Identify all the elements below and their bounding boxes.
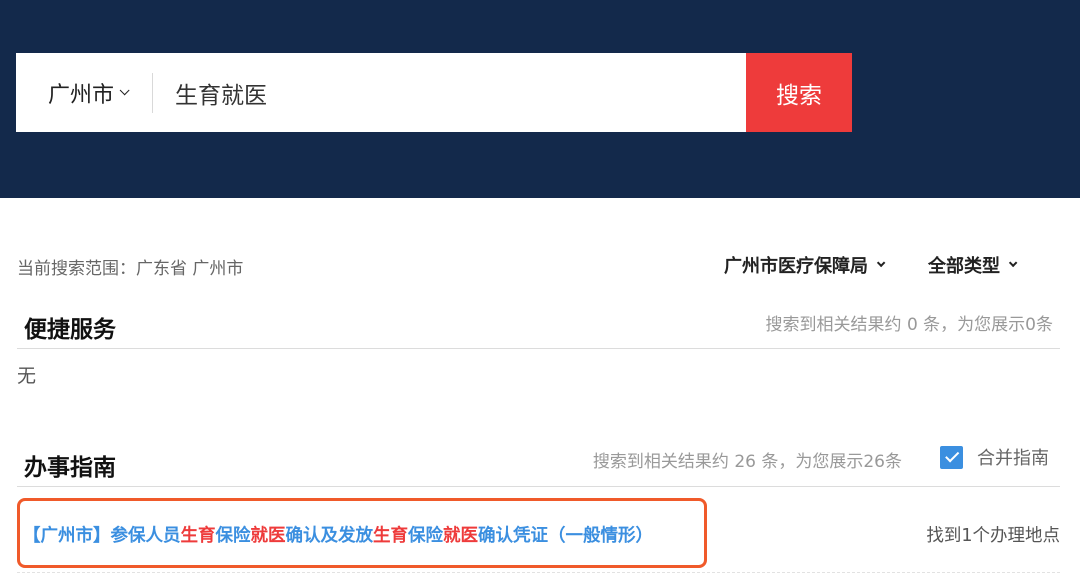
quick-services-empty: 无 [17, 365, 37, 387]
bureau-filter-label: 广州市医疗保障局 [724, 256, 868, 277]
search-input[interactable] [153, 53, 746, 132]
merge-guides-checkbox[interactable] [940, 445, 963, 469]
chevron-down-icon [876, 258, 886, 268]
city-label: 广州市 [48, 82, 115, 108]
keyword-highlight: 生育 [180, 526, 216, 546]
keyword-highlight: 就医 [443, 526, 478, 546]
type-filter-dropdown[interactable]: 全部类型 [928, 252, 1018, 278]
title-segment: 保险 [408, 526, 443, 546]
title-segment: 保险 [215, 526, 251, 546]
guide-result-title-link[interactable]: 【广州市】参保人员生育保险就医确认及发放生育保险就医确认凭证（一般情形） [23, 522, 653, 547]
bureau-filter-dropdown[interactable]: 广州市医疗保障局 [724, 252, 886, 278]
checkmark-icon [945, 447, 960, 462]
merge-guides-label: 合并指南 [977, 448, 1049, 469]
city-selector[interactable]: 广州市 [16, 53, 152, 132]
title-segment: 确认凭证（一般情形） [478, 526, 653, 546]
search-bar: 广州市 搜索 [16, 53, 852, 132]
search-scope: 当前搜索范围：广东省 广州市 [17, 259, 244, 279]
merge-guides-toggle[interactable]: 合并指南 [940, 444, 1049, 470]
guides-title: 办事指南 [24, 455, 116, 481]
keyword-highlight: 就医 [250, 526, 286, 546]
row-divider [17, 572, 1060, 573]
keyword-highlight: 生育 [373, 526, 408, 546]
title-segment: 确认及发放 [285, 526, 374, 546]
guide-result-row: 【广州市】参保人员生育保险就医确认及发放生育保险就医确认凭证（一般情形） 找到1… [17, 498, 1060, 568]
search-button[interactable]: 搜索 [746, 53, 852, 132]
result-location-link[interactable]: 找到1个办理地点 [926, 522, 1060, 547]
quick-services-title: 便捷服务 [24, 317, 116, 343]
guides-count: 搜索到相关结果约 26 条，为您展示26条 [592, 452, 902, 472]
section-divider [17, 486, 1060, 487]
chevron-down-icon [1008, 258, 1018, 268]
section-divider [17, 348, 1060, 349]
type-filter-label: 全部类型 [928, 256, 1000, 277]
quick-services-count: 搜索到相关结果约 0 条，为您展示0条 [765, 315, 1053, 335]
title-segment: 【广州市】参保人员 [23, 526, 181, 546]
chevron-down-icon [119, 85, 130, 96]
